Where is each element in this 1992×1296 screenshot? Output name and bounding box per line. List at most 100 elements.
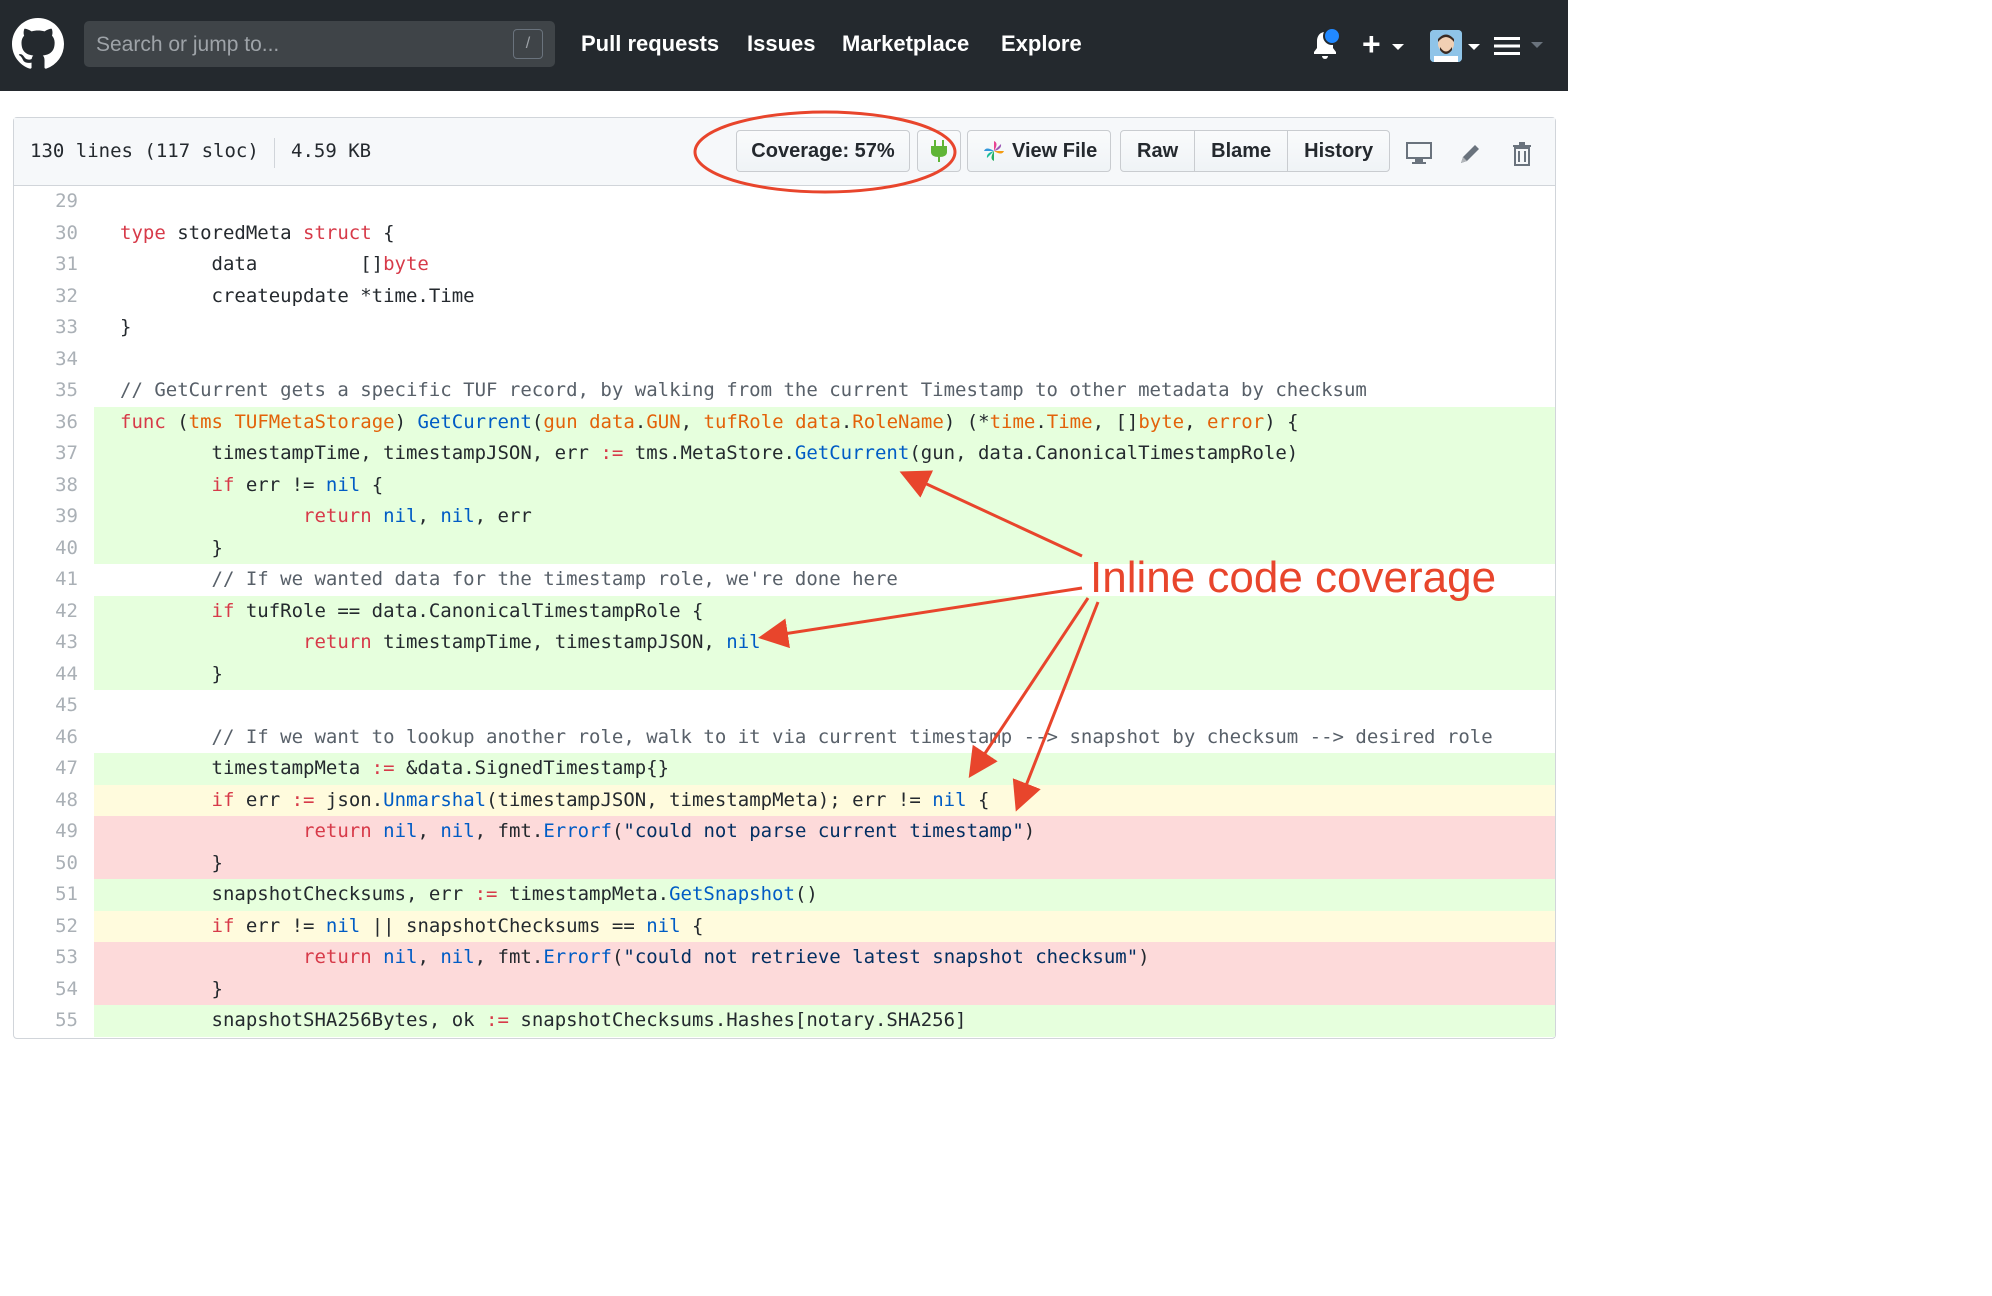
line-number[interactable]: 37 — [14, 438, 78, 470]
create-new-caret-icon[interactable] — [1392, 44, 1404, 50]
line-number[interactable]: 41 — [14, 564, 78, 596]
code-line: 37 timestampTime, timestampJSON, err := … — [14, 438, 1555, 470]
code-content: } — [120, 316, 132, 338]
plug-icon — [931, 140, 947, 162]
line-number[interactable]: 34 — [14, 344, 78, 376]
create-new-plus-icon[interactable]: + — [1362, 28, 1381, 60]
code-content: type storedMeta struct { — [120, 221, 395, 244]
line-number[interactable]: 52 — [14, 911, 78, 943]
code-line: 54 } — [14, 973, 1555, 1006]
code-line: 53 return nil, nil, fmt.Errorf("could no… — [14, 942, 1555, 974]
code-content: } — [94, 658, 1555, 690]
code-content: if err != nil { — [94, 469, 1555, 501]
code-line: 29 — [14, 186, 1555, 218]
line-number[interactable]: 32 — [14, 281, 78, 313]
user-avatar[interactable] — [1430, 30, 1462, 62]
code-content: // If we want to lookup another role, wa… — [211, 725, 1493, 748]
view-file-label: View File — [1012, 140, 1098, 162]
file-actions-group: Raw Blame History — [1120, 130, 1391, 172]
line-number[interactable]: 50 — [14, 848, 78, 880]
line-number[interactable]: 55 — [14, 1005, 78, 1037]
blame-button[interactable]: Blame — [1195, 131, 1289, 171]
line-number[interactable]: 40 — [14, 533, 78, 565]
code-content: snapshotChecksums, err := timestampMeta.… — [94, 879, 1555, 911]
code-content: if err != nil || snapshotChecksums == ni… — [94, 910, 1555, 942]
code-line: 39 return nil, nil, err — [14, 501, 1555, 533]
code-line: 55 snapshotSHA256Bytes, ok := snapshotCh… — [14, 1005, 1555, 1037]
line-number[interactable]: 38 — [14, 470, 78, 502]
line-number[interactable]: 46 — [14, 722, 78, 754]
code-content: } — [94, 973, 1555, 1005]
code-content: return nil, nil, err — [94, 501, 1555, 533]
code-content: createupdate *time.Time — [120, 284, 475, 307]
code-content: return timestampTime, timestampJSON, nil — [94, 627, 1555, 659]
line-number[interactable]: 33 — [14, 312, 78, 344]
nav-issues[interactable]: Issues — [747, 31, 816, 57]
code-content — [94, 344, 1555, 376]
menu-caret-icon[interactable] — [1531, 42, 1543, 48]
coverage-button[interactable]: Coverage: 57% — [736, 130, 910, 172]
line-number[interactable]: 54 — [14, 974, 78, 1006]
file-header: 130 lines (117 sloc) 4.59 KB Coverage: 5… — [14, 118, 1555, 186]
code-line: 46 // If we want to lookup another role,… — [14, 722, 1555, 754]
line-number[interactable]: 29 — [14, 186, 78, 218]
line-number[interactable]: 39 — [14, 501, 78, 533]
code-line: 35 // GetCurrent gets a specific TUF reco… — [14, 375, 1555, 407]
trash-icon[interactable] — [1512, 142, 1532, 166]
desktop-icon[interactable] — [1406, 142, 1432, 164]
code-line: 49 return nil, nil, fmt.Errorf("could no… — [14, 816, 1555, 848]
file-lines-info: 130 lines (117 sloc) — [30, 140, 259, 162]
raw-button[interactable]: Raw — [1121, 131, 1196, 171]
code-content: // GetCurrent gets a specific TUF record… — [120, 379, 1367, 401]
github-logo-icon[interactable] — [12, 18, 64, 70]
line-number[interactable]: 42 — [14, 596, 78, 628]
line-number[interactable]: 45 — [14, 690, 78, 722]
code-line: 30 type storedMeta struct { — [14, 218, 1555, 250]
code-content: return nil, nil, fmt.Errorf("could not p… — [94, 816, 1555, 848]
code-line: 38 if err != nil { — [14, 469, 1555, 502]
search-shortcut-hint: / — [513, 29, 543, 59]
nav-pull-requests[interactable]: Pull requests — [581, 31, 719, 57]
code-content — [94, 186, 1555, 218]
code-line: 33} — [14, 312, 1555, 344]
code-content: return nil, nil, fmt.Errorf("could not r… — [94, 942, 1555, 974]
line-number[interactable]: 36 — [14, 407, 78, 439]
edit-pencil-icon[interactable] — [1458, 142, 1482, 166]
view-file-button[interactable]: View File — [967, 130, 1111, 172]
line-number[interactable]: 48 — [14, 785, 78, 817]
line-number[interactable]: 30 — [14, 218, 78, 250]
notification-indicator — [1323, 27, 1341, 45]
line-number[interactable]: 51 — [14, 879, 78, 911]
code-line: 50 } — [14, 847, 1555, 880]
code-line: 34 — [14, 344, 1555, 376]
history-button[interactable]: History — [1288, 131, 1389, 171]
annotation-label: Inline code coverage — [1090, 553, 1497, 602]
line-number[interactable]: 44 — [14, 659, 78, 691]
line-number[interactable]: 31 — [14, 249, 78, 281]
nav-explore[interactable]: Explore — [1001, 31, 1082, 57]
code-line: 51 snapshotChecksums, err := timestampMe… — [14, 879, 1555, 911]
menu-hamburger-icon[interactable] — [1494, 36, 1520, 56]
code-line: 43 return timestampTime, timestampJSON, … — [14, 627, 1555, 659]
line-number[interactable]: 53 — [14, 942, 78, 974]
line-number[interactable]: 43 — [14, 627, 78, 659]
code-content: timestampMeta := &data.SignedTimestamp{} — [94, 753, 1555, 785]
search-placeholder: Search or jump to... — [96, 33, 280, 56]
top-nav-bar: Search or jump to... / Pull requests Iss… — [0, 0, 1568, 91]
search-input[interactable]: Search or jump to... / — [84, 21, 555, 67]
code-line: 44 } — [14, 658, 1555, 691]
code-content: func (tms TUFMetaStorage) GetCurrent(gun… — [94, 406, 1555, 438]
avatar-face-icon — [1430, 30, 1462, 62]
file-info-divider — [274, 138, 275, 168]
code-content — [94, 690, 1555, 722]
line-number[interactable]: 49 — [14, 816, 78, 848]
code-line: 52 if err != nil || snapshotChecksums ==… — [14, 910, 1555, 943]
nav-marketplace[interactable]: Marketplace — [842, 31, 969, 57]
line-number[interactable]: 47 — [14, 753, 78, 785]
coverage-plugin-button[interactable] — [917, 130, 961, 172]
user-menu-caret-icon[interactable] — [1468, 44, 1480, 50]
line-number[interactable]: 35 — [14, 375, 78, 407]
code-line: 48 if err := json.Unmarshal(timestampJSO… — [14, 784, 1555, 817]
code-content: snapshotSHA256Bytes, ok := snapshotCheck… — [94, 1005, 1555, 1037]
code-content: } — [94, 847, 1555, 879]
